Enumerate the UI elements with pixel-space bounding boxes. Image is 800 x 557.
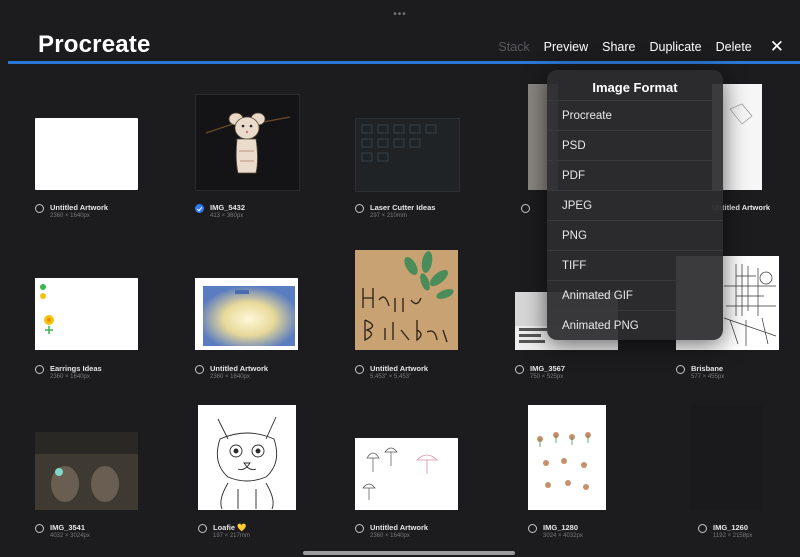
artwork-name: IMG_3567	[530, 364, 566, 373]
menu-item-procreate[interactable]: Procreate	[547, 100, 723, 130]
select-checkbox[interactable]	[35, 365, 44, 374]
select-checkbox[interactable]	[698, 524, 707, 533]
menu-item-png[interactable]: PNG	[547, 220, 723, 250]
artwork-name: IMG_5432	[210, 203, 246, 212]
artwork-meta: IMG_3567 750 × 525px	[515, 364, 565, 381]
menu-item-tiff[interactable]: TIFF	[547, 250, 723, 280]
artwork-name: Brisbane	[691, 364, 724, 373]
artwork-thumbnail[interactable]	[528, 405, 606, 510]
select-checkbox[interactable]	[198, 524, 207, 533]
select-checkbox-checked[interactable]	[195, 204, 204, 213]
menu-item-animated-gif[interactable]: Animated GIF	[547, 280, 723, 310]
selection-toolbar: Stack Preview Share Duplicate Delete ✕	[484, 38, 784, 55]
artwork-name: Untitled Artwork	[50, 203, 109, 212]
menu-item-psd[interactable]: PSD	[547, 130, 723, 160]
artwork-meta: IMG_1260 1192 × 2158px	[698, 523, 752, 540]
select-checkbox[interactable]	[355, 524, 364, 533]
artwork-dimensions: 2360 × 1640px	[210, 374, 250, 380]
artwork-meta: Untitled Artwork 2360 × 1640px	[355, 523, 428, 540]
artwork-meta: Untitled Artwork 5.453" × 5.453"	[355, 364, 428, 381]
artwork-name: IMG_1260	[713, 523, 749, 532]
select-checkbox[interactable]	[515, 365, 524, 374]
artwork-name: IMG_1280	[543, 523, 579, 532]
artwork-meta: Loafie 💛 197 × 217mm	[198, 523, 250, 540]
select-checkbox[interactable]	[521, 204, 530, 213]
menu-title: Image Format	[592, 80, 678, 95]
selection-rule	[8, 61, 800, 64]
artwork-thumbnail[interactable]	[690, 405, 762, 510]
artwork-thumbnail[interactable]	[195, 278, 298, 350]
artwork-meta: IMG_5432 413 × 360px	[195, 203, 245, 220]
select-checkbox[interactable]	[355, 204, 364, 213]
menu-item-pdf[interactable]: PDF	[547, 160, 723, 190]
mouse-drawing	[205, 112, 291, 174]
preview-button[interactable]: Preview	[544, 40, 588, 54]
artwork-thumbnail[interactable]	[355, 118, 460, 192]
artwork-dimensions: 1192 × 2158px	[713, 533, 753, 539]
duplicate-button[interactable]: Duplicate	[649, 40, 701, 54]
painting-image	[203, 286, 295, 346]
laser-cutter-sketch	[361, 124, 437, 162]
artwork-name: Loafie 💛	[213, 523, 247, 532]
artwork-dimensions: 4032 × 3024px	[50, 533, 90, 539]
artwork-name: Untitled Artwork	[210, 364, 269, 373]
artwork-thumbnail[interactable]	[355, 250, 458, 350]
select-checkbox[interactable]	[528, 524, 537, 533]
artwork-dimensions: 2360 × 1640px	[370, 533, 410, 539]
select-checkbox[interactable]	[35, 204, 44, 213]
artwork-name: Laser Cutter Ideas	[370, 203, 436, 212]
select-checkbox[interactable]	[195, 365, 204, 374]
artwork-dimensions: 3024 × 4032px	[543, 533, 583, 539]
artwork-dimensions: 2360 × 1640px	[50, 374, 90, 380]
artwork-thumbnail[interactable]	[35, 118, 138, 190]
artwork-thumbnail[interactable]	[35, 278, 138, 350]
artwork-meta	[521, 203, 536, 213]
artwork-thumbnail[interactable]	[355, 438, 458, 510]
share-button[interactable]: Share	[602, 40, 635, 54]
image-format-menu: Image Format Procreate PSD PDF JPEG PNG …	[547, 70, 723, 340]
artwork-thumbnail[interactable]	[198, 405, 296, 510]
stack-button[interactable]: Stack	[498, 40, 529, 54]
menu-item-animated-png[interactable]: Animated PNG	[547, 310, 723, 340]
artwork-dimensions: 297 × 210mm	[370, 213, 407, 219]
artwork-meta: Untitled Artwork 2360 × 1640px	[35, 203, 108, 220]
artwork-meta: Earrings Ideas 2360 × 1640px	[35, 364, 102, 381]
artwork-thumbnail[interactable]	[195, 94, 300, 191]
artwork-thumbnail[interactable]	[35, 432, 138, 510]
artwork-meta: Laser Cutter Ideas 297 × 210mm	[355, 203, 435, 220]
hands-photo	[35, 432, 138, 502]
happy-birthday-card	[362, 251, 454, 343]
earrings-drawing	[40, 284, 54, 334]
select-checkbox[interactable]	[355, 365, 364, 374]
leaves-drawing	[537, 432, 591, 490]
artwork-dimensions: 577 × 455px	[691, 374, 725, 380]
artwork-meta: IMG_3541 4032 × 3024px	[35, 523, 90, 540]
artwork-dimensions: 2360 × 1640px	[50, 213, 90, 219]
artwork-meta: Brisbane 577 × 455px	[676, 364, 724, 381]
artwork-name: Earrings Ideas	[50, 364, 102, 373]
app-title: Procreate	[38, 31, 151, 58]
select-checkbox[interactable]	[676, 365, 685, 374]
artwork-meta: Untitled Artwork 2360 × 1640px	[195, 364, 268, 381]
menu-item-jpeg[interactable]: JPEG	[547, 190, 723, 220]
artwork-name: Untitled Artwork	[370, 523, 429, 532]
mushroom-sketch	[362, 447, 438, 500]
gallery-header: Procreate Stack Preview Share Duplicate …	[0, 0, 800, 62]
artwork-dimensions: 197 × 217mm	[213, 533, 250, 539]
artwork-meta: IMG_1280 3024 × 4032px	[528, 523, 583, 540]
cat-sketch	[216, 416, 278, 510]
select-checkbox[interactable]	[35, 524, 44, 533]
delete-button[interactable]: Delete	[716, 40, 752, 54]
artwork-dimensions: 750 × 525px	[530, 374, 564, 380]
artwork-dimensions: 5.453" × 5.453"	[370, 374, 412, 380]
artwork-dimensions: 413 × 360px	[210, 213, 244, 219]
artwork-name: Untitled Artwork	[370, 364, 429, 373]
artwork-name: IMG_3541	[50, 523, 86, 532]
home-indicator[interactable]	[303, 551, 515, 555]
close-icon[interactable]: ✕	[770, 38, 784, 55]
